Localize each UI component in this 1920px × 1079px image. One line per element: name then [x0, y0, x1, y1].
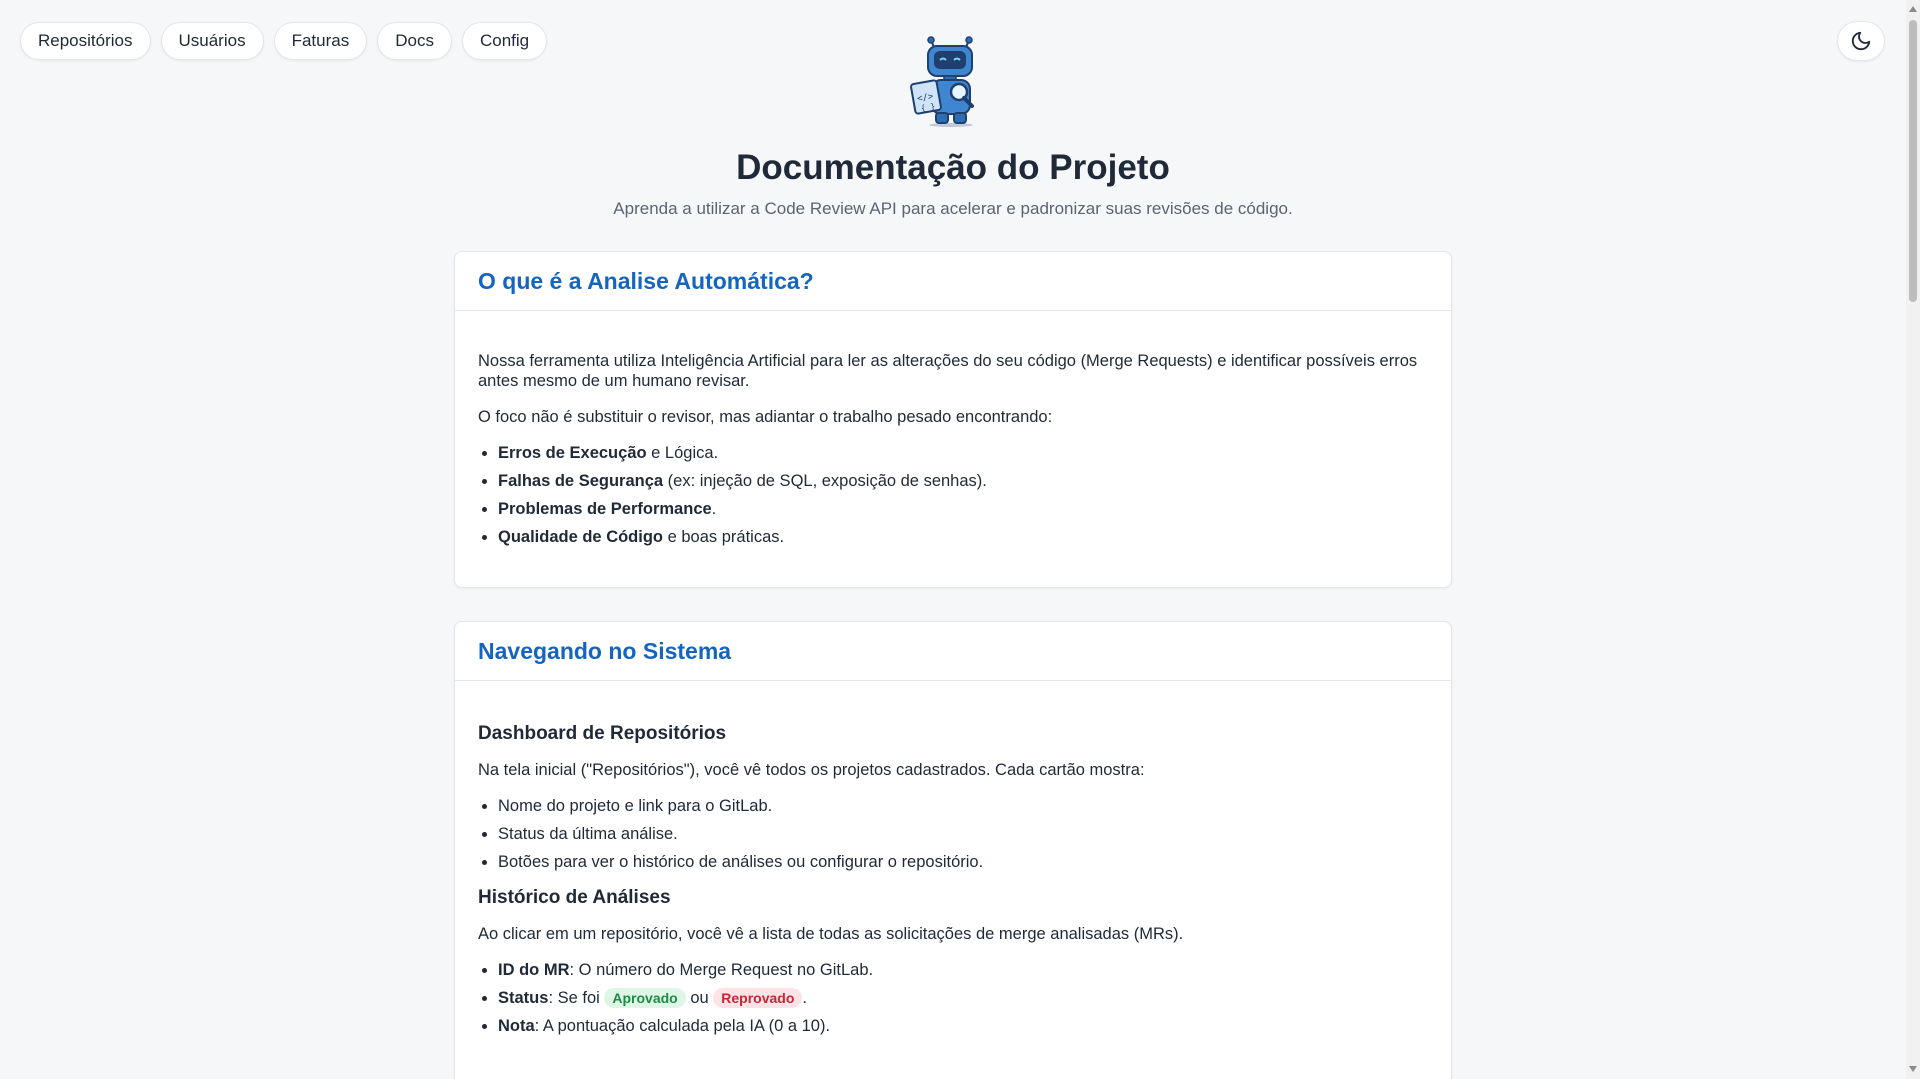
list-item-text: .: [802, 989, 807, 1007]
list-item-bold: ID do MR: [498, 961, 570, 979]
rejected-badge: Reprovado: [713, 988, 803, 1008]
list-item: Qualidade de Código e boas práticas.: [498, 527, 1428, 547]
page-subtitle: Aprenda a utilizar a Code Review API par…: [613, 199, 1293, 218]
nav-config[interactable]: Config: [461, 22, 548, 60]
list-item-text: (ex: injeção de SQL, exposição de senhas…: [663, 472, 987, 490]
list-item: Status da última análise.: [498, 824, 1428, 844]
theme-toggle-button[interactable]: [1837, 21, 1885, 61]
nav-label: Docs: [395, 31, 434, 50]
list-item: Botões para ver o histórico de análises …: [498, 852, 1428, 872]
list-item-text: : O número do Merge Request no GitLab.: [569, 961, 874, 979]
list-item-text: : A pontuação calculada pela IA (0 a 10)…: [534, 1017, 831, 1035]
list-item-text: ou: [685, 989, 714, 1007]
card-automatic-analysis: O que é a Analise Automática? Nossa ferr…: [454, 251, 1452, 588]
nav-label: Usuários: [178, 31, 246, 50]
list-item-text: e boas práticas.: [663, 528, 785, 546]
list-item-text: e Lógica.: [646, 444, 719, 462]
scroll-up-arrow-icon[interactable]: [1909, 6, 1917, 12]
card-header: O que é a Analise Automática?: [455, 252, 1451, 311]
list-item: Falhas de Segurança (ex: injeção de SQL,…: [498, 471, 1428, 491]
nav-label: Config: [479, 31, 530, 50]
top-nav: Repositórios Usuários Faturas Docs Confi…: [20, 22, 548, 60]
section-paragraph: Ao clicar em um repositório, você vê a l…: [478, 925, 1184, 943]
list-item: Problemas de Performance.: [498, 499, 1428, 519]
nav-label: Repositórios: [38, 31, 133, 50]
list-item-bold: Problemas de Performance: [498, 500, 712, 518]
list-item-bold: Qualidade de Código: [498, 528, 664, 546]
section-heading: Dashboard de Repositórios: [478, 723, 727, 744]
card-title: O que é a Analise Automática?: [478, 267, 814, 294]
card-body: Dashboard de Repositórios Na tela inicia…: [455, 681, 1451, 1036]
section-heading: Histórico de Análises: [478, 887, 671, 908]
approved-badge: Aprovado: [604, 988, 686, 1008]
card-header: Navegando no Sistema: [455, 622, 1451, 681]
list-item-bold: Falhas de Segurança: [498, 472, 664, 490]
feature-list: Erros de Execução e Lógica. Falhas de Se…: [478, 443, 1428, 547]
list-item: Nota: A pontuação calculada pela IA (0 a…: [498, 1016, 1428, 1036]
card-paragraph: O foco não é substituir o revisor, mas a…: [478, 408, 1053, 426]
card-body: Nossa ferramenta utiliza Inteligência Ar…: [455, 311, 1451, 547]
nav-usuarios[interactable]: Usuários: [160, 22, 264, 60]
list-item-bold: Erros de Execução: [498, 444, 647, 462]
nav-faturas[interactable]: Faturas: [273, 22, 368, 60]
moon-icon: [1851, 31, 1871, 51]
list-item-text: : Se foi: [548, 989, 605, 1007]
list-item-text: .: [711, 500, 717, 518]
list-item: Nome do projeto e link para o GitLab.: [498, 796, 1428, 816]
history-list: ID do MR: O número do Merge Request no G…: [478, 960, 1428, 1036]
page-scrollbar[interactable]: [1906, 0, 1920, 1079]
list-item-bold: Nota: [498, 1017, 535, 1035]
card-title: Navegando no Sistema: [478, 637, 732, 664]
card-paragraph: Nossa ferramenta utiliza Inteligência Ar…: [478, 352, 1418, 390]
nav-label: Faturas: [291, 31, 350, 50]
dashboard-list: Nome do projeto e link para o GitLab. St…: [478, 796, 1428, 872]
list-item: ID do MR: O número do Merge Request no G…: [498, 960, 1428, 980]
robot-logo-icon: </> { }: [910, 36, 974, 127]
scroll-down-arrow-icon[interactable]: [1909, 1066, 1917, 1072]
page-title: Documentação do Projeto: [736, 148, 1170, 187]
scrollbar-thumb[interactable]: [1909, 20, 1917, 302]
list-item: Erros de Execução e Lógica.: [498, 443, 1428, 463]
nav-repositorios[interactable]: Repositórios: [20, 22, 151, 60]
list-item: Status: Se foi Aprovado ou Reprovado.: [498, 988, 1428, 1008]
section-paragraph: Na tela inicial ("Repositórios"), você v…: [478, 761, 1145, 779]
list-item-bold: Status: [498, 989, 549, 1007]
nav-docs[interactable]: Docs: [377, 22, 452, 60]
card-navigation: Navegando no Sistema Dashboard de Reposi…: [454, 621, 1452, 1079]
